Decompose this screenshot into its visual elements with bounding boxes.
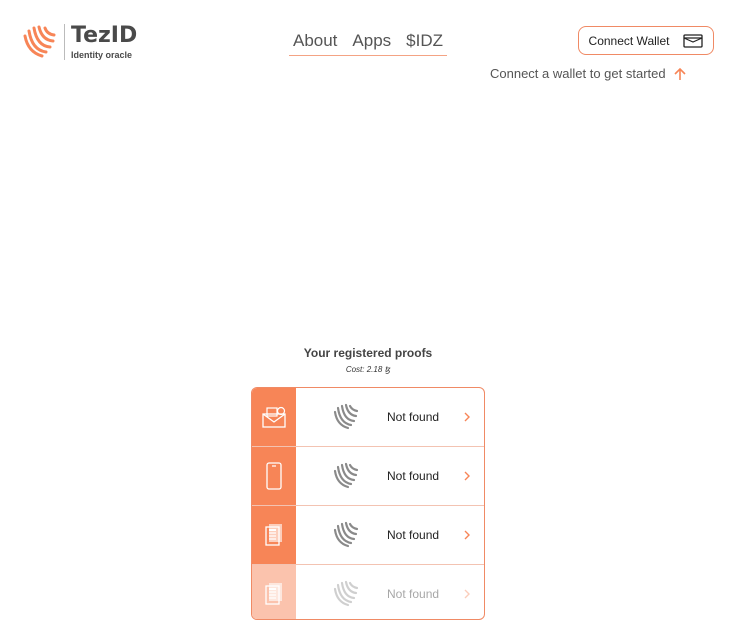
connect-hint-text: Connect a wallet to get started [490,66,666,81]
envelope-icon [262,406,286,428]
proof-status: Not found [387,528,440,542]
connect-wallet-label: Connect Wallet [588,33,670,48]
nav-apps[interactable]: Apps [352,29,391,55]
document-icon [265,582,282,605]
logo-divider [64,24,65,60]
proof-row-phone[interactable]: Not found [252,447,484,506]
chevron-right-icon[interactable] [463,471,471,481]
fingerprint-icon [333,403,359,430]
logo[interactable]: TezID Identity oracle [18,22,137,62]
arrow-up-icon [674,67,686,80]
proof-status: Not found [387,410,440,424]
proof-row-document[interactable]: Not found [252,506,484,565]
fingerprint-icon [333,462,359,489]
connect-hint: Connect a wallet to get started [490,66,686,81]
phone-icon [266,462,282,490]
fingerprint-logo-icon [23,25,56,58]
fingerprint-icon [333,521,359,548]
nav-about[interactable]: About [293,29,337,55]
main-nav: About Apps $IDZ [289,29,447,56]
chevron-right-icon[interactable] [463,589,471,599]
document-icon [265,524,282,546]
proof-row-email[interactable]: Not found [252,388,484,447]
connect-wallet-button[interactable]: Connect Wallet [578,26,714,55]
logo-title: TezID [71,22,138,48]
proofs-title: Your registered proofs [303,346,433,360]
fingerprint-icon [333,580,359,606]
wallet-icon [683,33,704,48]
chevron-right-icon[interactable] [463,530,471,540]
proofs-list: Not found Not found Not found Not found [251,387,485,620]
logo-subtitle: Identity oracle [71,49,133,60]
proof-status: Not found [387,469,440,483]
proof-status: Not found [387,586,440,601]
chevron-right-icon[interactable] [463,412,471,422]
nav-idz[interactable]: $IDZ [406,29,443,55]
proofs-cost: Cost: 2.18 ꜩ [345,365,391,374]
proof-row-document-2[interactable]: Not found [252,565,484,619]
